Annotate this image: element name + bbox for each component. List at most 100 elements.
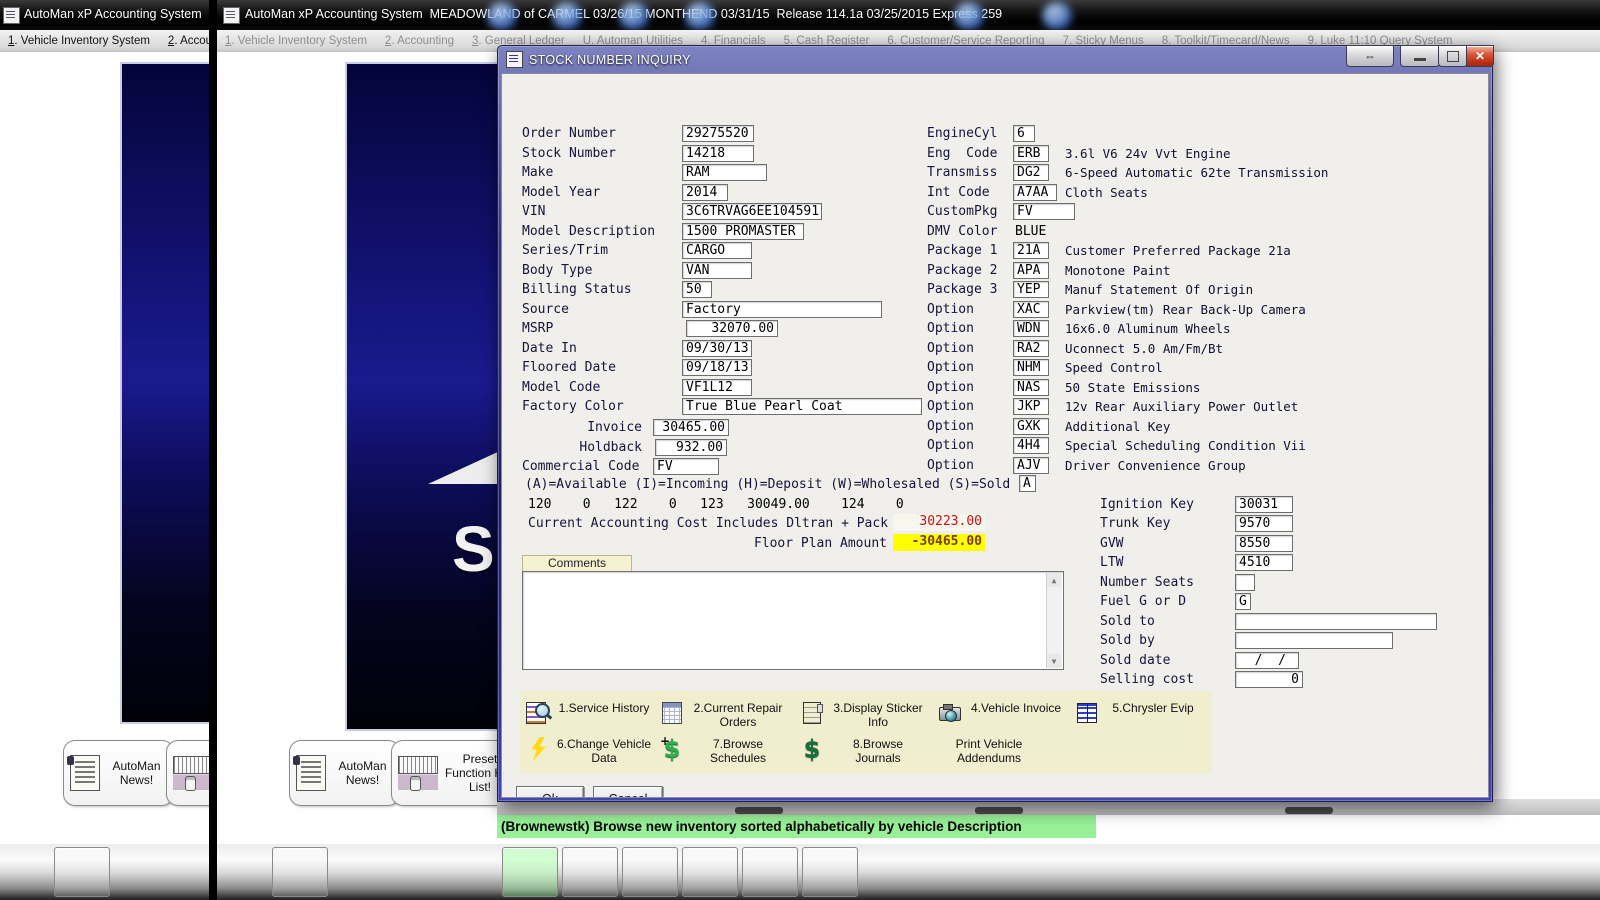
field-label-custompkg: CustomPkg xyxy=(927,204,997,219)
field-input-option-nas[interactable]: NAS xyxy=(1013,379,1049,396)
field-input-msrp[interactable]: 32070.00 xyxy=(686,320,778,337)
field-input-invoice[interactable]: 30465.00 xyxy=(653,419,729,436)
toolbar-label-1-service-history: 1.Service History xyxy=(555,701,653,715)
field-input-holdback[interactable]: 932.00 xyxy=(655,439,727,456)
toolbar-button-6-change-vehicle-data[interactable]: 6.Change Vehicle Data xyxy=(526,737,653,765)
toolbar-button-2-current-repair-orders[interactable]: 2.Current Repair Orders xyxy=(660,701,787,729)
comments-textarea[interactable]: ▲ ▼ xyxy=(522,571,1064,670)
menu-item-1-vehicle-inventory-system[interactable]: 1. Vehicle Inventory System xyxy=(8,35,150,47)
taskbar-app-button-print-app[interactable] xyxy=(622,847,678,897)
comments-scrollbar[interactable]: ▲ ▼ xyxy=(1046,573,1062,668)
ok-button[interactable]: Ok xyxy=(516,786,584,798)
toolbar-button-1-service-history[interactable]: 1.Service History xyxy=(526,701,653,725)
toolbar-button-print-vehicle-addendums[interactable]: Print Vehicle Addendums xyxy=(940,737,1038,765)
taskbar-app-button-automan-app[interactable] xyxy=(502,847,558,897)
swap-monitors-button[interactable]: ⇔ xyxy=(1346,45,1394,67)
toolbar-button-4-vehicle-invoice[interactable]: 4.Vehicle Invoice xyxy=(938,701,1065,725)
app-icon xyxy=(3,7,20,24)
automan-news-button[interactable]: AutoMan News! xyxy=(289,740,400,806)
field-input-model-code[interactable]: VF1L12 xyxy=(682,379,752,396)
field-input-package-3[interactable]: YEP xyxy=(1013,281,1049,298)
field-label-ltw: LTW xyxy=(1100,555,1123,570)
field-input-model-year[interactable]: 2014 xyxy=(682,184,728,201)
field-input-option-jkp[interactable]: JKP xyxy=(1013,398,1049,415)
field-input-ltw[interactable]: 4510 xyxy=(1235,554,1293,571)
main-window-titlebar[interactable]: AutoMan xP Accounting System MEADOWLAND … xyxy=(217,0,1600,30)
field-desc-option-4h4: Special Scheduling Condition Vii xyxy=(1065,438,1306,453)
camera-icon-part xyxy=(945,710,957,722)
scroll-icon xyxy=(296,755,326,791)
field-input-billing-status[interactable]: 50 xyxy=(682,281,712,298)
dialog-titlebar[interactable]: STOCK NUMBER INQUIRY xyxy=(506,51,691,68)
availability-status-input[interactable]: A xyxy=(1019,475,1036,492)
minimize-button[interactable] xyxy=(1400,45,1440,67)
field-input-make[interactable]: RAM xyxy=(682,164,767,181)
scroll-up-icon[interactable]: ▲ xyxy=(1047,573,1061,587)
field-input-ignition-key[interactable]: 30031 xyxy=(1235,496,1293,513)
close-button[interactable]: ✕ xyxy=(1466,45,1494,67)
taskbar-app-button-access-08[interactable] xyxy=(682,847,738,897)
menu-item-1-vehicle-inventory-system[interactable]: 1. Vehicle Inventory System xyxy=(225,35,367,47)
taskbar-app-button-folder-explorer[interactable] xyxy=(54,847,110,897)
toolbar-button-7-browse-schedules[interactable]: $+7.Browse Schedules xyxy=(660,737,787,765)
field-desc-option-nas: 50 State Emissions xyxy=(1065,380,1200,395)
field-input-option-nhm[interactable]: NHM xyxy=(1013,359,1049,376)
field-input-option-4h4[interactable]: 4H4 xyxy=(1013,437,1049,454)
left-window-titlebar[interactable]: AutoMan xP Accounting System MEA xyxy=(0,0,209,30)
field-input-gvw[interactable]: 8550 xyxy=(1235,535,1293,552)
field-desc-package-2: Monotone Paint xyxy=(1065,263,1170,278)
field-input-transmiss[interactable]: DG2 xyxy=(1013,164,1049,181)
field-input-fuel-g-or-d[interactable]: G xyxy=(1235,593,1251,610)
field-input-date-in[interactable]: 09/30/13 xyxy=(682,340,752,357)
preset-keys-button[interactable]: Preset Function Key List! xyxy=(166,740,209,806)
field-input-series-trim[interactable]: CARGO xyxy=(682,242,752,259)
field-input-factory-color[interactable]: True Blue Pearl Coat xyxy=(682,398,922,415)
field-input-option-xac[interactable]: XAC xyxy=(1013,301,1049,318)
field-input-package-2[interactable]: APA xyxy=(1013,262,1049,279)
field-input-custompkg[interactable]: FV xyxy=(1013,203,1075,220)
field-input-source[interactable]: Factory xyxy=(682,301,882,318)
field-input-commercial-code[interactable]: FV xyxy=(653,458,719,475)
toolbar-button-3-display-sticker-info[interactable]: 3.Display Sticker Info xyxy=(800,701,927,729)
field-label-number-seats: Number Seats xyxy=(1100,575,1194,590)
taskbar-app-button-remote-desktop[interactable] xyxy=(742,847,798,897)
dollar-plus-icon-part: + xyxy=(660,734,670,748)
field-input-sold-by[interactable] xyxy=(1235,632,1393,649)
field-input-order-number[interactable]: 29275520 xyxy=(682,125,754,142)
swap-icon: ⇔ xyxy=(1364,49,1376,63)
field-input-model-description[interactable]: 1500 PROMASTER xyxy=(682,223,804,240)
accounting-cost-value: 30223.00 xyxy=(893,514,985,531)
menu-item-2-accounting[interactable]: 2. Accounting xyxy=(168,35,209,47)
field-input-package-1[interactable]: 21A xyxy=(1013,242,1049,259)
field-input-number-seats[interactable] xyxy=(1235,574,1255,591)
field-input-eng-code[interactable]: ERB xyxy=(1013,145,1049,162)
menu-item-2-accounting[interactable]: 2. Accounting xyxy=(385,35,454,47)
field-input-body-type[interactable]: VAN xyxy=(682,262,752,279)
field-input-option-ra2[interactable]: RA2 xyxy=(1013,340,1049,357)
field-input-vin[interactable]: 3C6TRVAG6EE104591 xyxy=(682,203,822,220)
taskbar-app-button-teamviewer[interactable] xyxy=(562,847,618,897)
scroll-down-icon[interactable]: ▼ xyxy=(1047,654,1061,668)
field-label-billing-status: Billing Status xyxy=(522,282,632,297)
field-input-selling-cost[interactable]: 0 xyxy=(1235,671,1303,688)
cancel-button[interactable]: Cancel xyxy=(593,786,663,798)
field-input-enginecyl[interactable]: 6 xyxy=(1013,125,1035,142)
field-label-commercial-code: Commercial Code xyxy=(522,459,639,474)
field-input-option-ajv[interactable]: AJV xyxy=(1013,457,1049,474)
toolbar-button-8-browse-journals[interactable]: $8.Browse Journals xyxy=(800,737,927,765)
maximize-button[interactable] xyxy=(1438,45,1468,67)
field-input-floored-date[interactable]: 09/18/13 xyxy=(682,359,752,376)
field-input-trunk-key[interactable]: 9570 xyxy=(1235,515,1293,532)
automan-news-button[interactable]: AutoMan News! xyxy=(63,740,174,806)
automan-news-label: AutoMan News! xyxy=(332,759,393,787)
toolbar-button-5-chrysler-evip[interactable]: 5.Chrysler Evip xyxy=(1075,701,1202,725)
taskbar-app-button-paint[interactable] xyxy=(802,847,858,897)
field-input-stock-number[interactable]: 14218 xyxy=(682,145,754,162)
field-input-option-gxk[interactable]: GXK xyxy=(1013,418,1049,435)
field-input-sold-to[interactable] xyxy=(1235,613,1437,630)
field-input-sold-date[interactable]: / / xyxy=(1235,652,1299,669)
taskbar-app-button-folder-explorer[interactable] xyxy=(272,847,328,897)
field-input-option-wdn[interactable]: WDN xyxy=(1013,320,1049,337)
field-desc-int-code: Cloth Seats xyxy=(1065,185,1148,200)
field-input-int-code[interactable]: A7AA xyxy=(1013,184,1057,201)
